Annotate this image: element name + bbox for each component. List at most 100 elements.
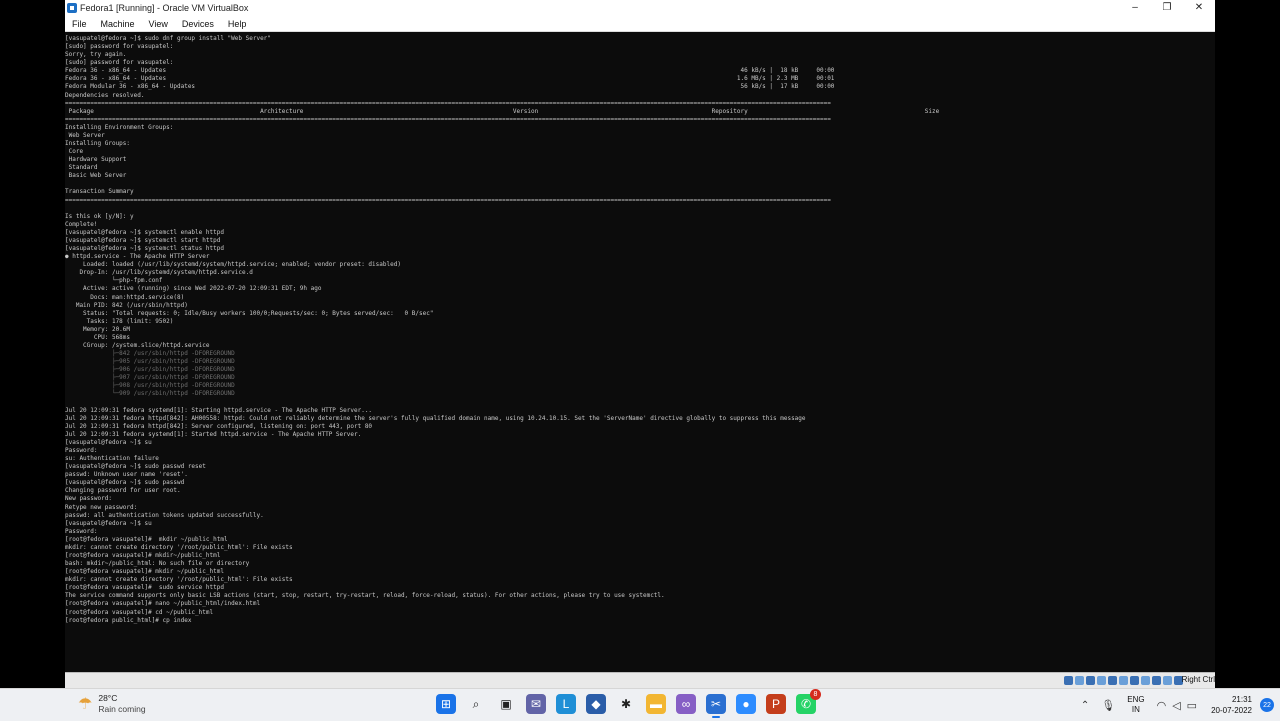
- terminal-line: mkdir: cannot create directory '/root/pu…: [65, 576, 293, 584]
- whatsapp-icon: ✆: [800, 697, 812, 711]
- usb-icon[interactable]: [1108, 676, 1117, 685]
- host-key-label: Right Ctrl: [1181, 675, 1215, 684]
- menu-file[interactable]: File: [65, 19, 94, 29]
- menu-machine[interactable]: Machine: [94, 19, 142, 29]
- terminal-line: [root@fedora vasupatel]# cd ~/public_htm…: [65, 608, 214, 616]
- chevron-up-icon[interactable]: ⌃: [1081, 700, 1089, 711]
- vm-status-icons: [1064, 676, 1183, 685]
- terminal-line: Memory: 20.6M: [65, 325, 131, 333]
- terminal-line: ● httpd.service - The Apache HTTP Server: [65, 253, 210, 261]
- recording-icon[interactable]: [1141, 676, 1150, 685]
- clock[interactable]: 21:31 20-07-2022: [1211, 694, 1252, 716]
- terminal-line: [vasupatel@fedora ~]$ su: [65, 519, 152, 527]
- windows-taskbar: ☂ 28°C Rain coming ⊞ ⌕ ▣ ✉ L ◆ ✱ ▬ ∞ ✂ ● P ✆ 8 ⌃ 🎙 EN…: [0, 688, 1280, 721]
- terminal-line: Jul 20 12:09:31 fedora systemd[1]: Start…: [65, 406, 373, 414]
- windows-icon: ⊞: [440, 697, 452, 711]
- terminal-line: passwd: all authentication tokens update…: [65, 511, 264, 519]
- l-icon: L: [562, 697, 570, 711]
- system-tray: ⌃ 🎙 ENG IN ◠ ◁ ▭ 21:31 20-07-2022 22: [1081, 689, 1280, 721]
- menu-bar: File Machine View Devices Help: [65, 16, 1215, 32]
- microphone-icon[interactable]: 🎙: [1101, 699, 1115, 712]
- app-badge: 8: [810, 689, 821, 700]
- terminal-line: mkdir: cannot create directory '/root/pu…: [65, 543, 293, 551]
- terminal-line: Jul 20 12:09:31 fedora systemd[1]: Start…: [65, 430, 362, 438]
- clock-time: 21:31: [1231, 695, 1252, 704]
- taskbar-apps: ⊞ ⌕ ▣ ✉ L ◆ ✱ ▬ ∞ ✂ ● P ✆ 8: [436, 689, 821, 718]
- visual-studio-app[interactable]: ∞: [676, 694, 696, 714]
- terminal-line: Sorry, try again.: [65, 51, 127, 59]
- terminal-line: Main PID: 842 (/usr/sbin/httpd): [65, 301, 188, 309]
- language-indicator[interactable]: ENG IN: [1127, 695, 1144, 715]
- terminal-line: [vasupatel@fedora ~]$ sudo dnf group ins…: [65, 35, 271, 42]
- virtualbox-app[interactable]: ◆: [586, 694, 606, 714]
- close-button[interactable]: ✕: [1183, 0, 1215, 16]
- mouse-integration-icon[interactable]: [1163, 676, 1172, 685]
- notification-count-badge[interactable]: 22: [1260, 698, 1274, 712]
- terminal-line: [root@fedora vasupatel]# mkdir ~/public_…: [65, 568, 224, 576]
- terminal-line: [vasupatel@fedora ~]$ su: [65, 438, 152, 446]
- terminal-line: Docs: man:httpd.service(8): [65, 293, 185, 301]
- terminal-line: Jul 20 12:09:31 fedora httpd[842]: AH005…: [65, 414, 806, 422]
- terminal-line: Jul 20 12:09:31 fedora httpd[842]: Serve…: [65, 422, 373, 430]
- terminal-line: [root@fedora vasupatel]# mkdir~/public_h…: [65, 552, 221, 559]
- terminal-line: Installing Groups:: [65, 140, 131, 148]
- menu-view[interactable]: View: [142, 19, 175, 29]
- window-titlebar[interactable]: Fedora1 [Running] - Oracle VM VirtualBox…: [65, 0, 1215, 16]
- terminal-line: New password:: [65, 495, 112, 503]
- terminal-line: [sudo] password for vasupatel:: [65, 43, 174, 51]
- wifi-icon[interactable]: ◠: [1157, 699, 1167, 712]
- file-explorer-app[interactable]: ▬: [646, 694, 666, 714]
- restore-button[interactable]: ❐: [1151, 0, 1183, 16]
- battery-icon[interactable]: ▭: [1187, 699, 1197, 712]
- terminal-line: [root@fedora vasupatel]# mkdir ~/public_…: [65, 535, 228, 543]
- terminal-line: Status: "Total requests: 0; Idle/Busy wo…: [65, 309, 434, 317]
- cpu-icon[interactable]: [1152, 676, 1161, 685]
- terminal-line: [vasupatel@fedora ~]$ sudo passwd reset: [65, 463, 206, 471]
- terminal-line: [root@fedora vasupatel]# nano ~/public_h…: [65, 600, 261, 608]
- terminal-line: CPU: 568ms: [65, 333, 131, 341]
- terminal-line: Dependencies resolved.: [65, 91, 145, 99]
- shared-folder-icon[interactable]: [1119, 676, 1128, 685]
- virtualbox-window: Fedora1 [Running] - Oracle VM VirtualBox…: [65, 0, 1215, 689]
- terminal-line: ├─842 /usr/sbin/httpd -DFOREGROUND: [65, 350, 235, 358]
- terminal-line: Fedora 36 - x86_64 - Updates 1.6 MB/s | …: [65, 75, 835, 83]
- terminal-line: Web Server: [65, 131, 105, 139]
- powerpoint-app[interactable]: P: [766, 694, 786, 714]
- terminal-line: ├─906 /usr/sbin/httpd -DFOREGROUND: [65, 366, 235, 374]
- video-icon: ●: [742, 697, 750, 711]
- terminal-line: [root@fedora public_html]# cp index: [65, 616, 192, 624]
- weather-widget[interactable]: ☂ 28°C Rain coming: [78, 693, 146, 715]
- start-button[interactable]: ⊞: [436, 694, 456, 714]
- volume-icon[interactable]: ◁: [1172, 699, 1180, 712]
- lens-app[interactable]: L: [556, 694, 576, 714]
- terminal-line: Is this ok [y/N]: y: [65, 212, 134, 220]
- menu-help[interactable]: Help: [221, 19, 254, 29]
- terminal-line: passwd: Unknown user name 'reset'.: [65, 471, 188, 479]
- terminal-line: ├─907 /usr/sbin/httpd -DFOREGROUND: [65, 374, 235, 382]
- audio-icon[interactable]: [1086, 676, 1095, 685]
- task-view-button[interactable]: ▣: [496, 694, 516, 714]
- network-icon[interactable]: [1097, 676, 1106, 685]
- terminal-line: Active: active (running) since Wed 2022-…: [65, 285, 322, 293]
- terminal-line: Basic Web Server: [65, 172, 127, 180]
- slack-icon: ✱: [620, 697, 632, 711]
- menu-devices[interactable]: Devices: [175, 19, 221, 29]
- snipping-tool-app[interactable]: ✂: [706, 694, 726, 718]
- terminal-line: Loaded: loaded (/usr/lib/systemd/system/…: [65, 261, 401, 269]
- slack-app[interactable]: ✱: [616, 694, 636, 714]
- vm-status-bar: Right Ctrl: [65, 672, 1215, 689]
- search-button[interactable]: ⌕: [466, 694, 486, 714]
- minimize-button[interactable]: –: [1119, 0, 1151, 16]
- ppt-icon: P: [771, 697, 780, 711]
- vm-console[interactable]: [vasupatel@fedora ~]$ sudo dnf group ins…: [65, 32, 1215, 672]
- optical-drive-icon[interactable]: [1075, 676, 1084, 685]
- display-icon[interactable]: [1130, 676, 1139, 685]
- hdd-icon[interactable]: [1064, 676, 1073, 685]
- zoom-app[interactable]: ●: [736, 694, 756, 714]
- chat-button[interactable]: ✉: [526, 694, 546, 714]
- cube-icon: ◆: [591, 697, 601, 711]
- whatsapp-app[interactable]: ✆ 8: [796, 689, 821, 714]
